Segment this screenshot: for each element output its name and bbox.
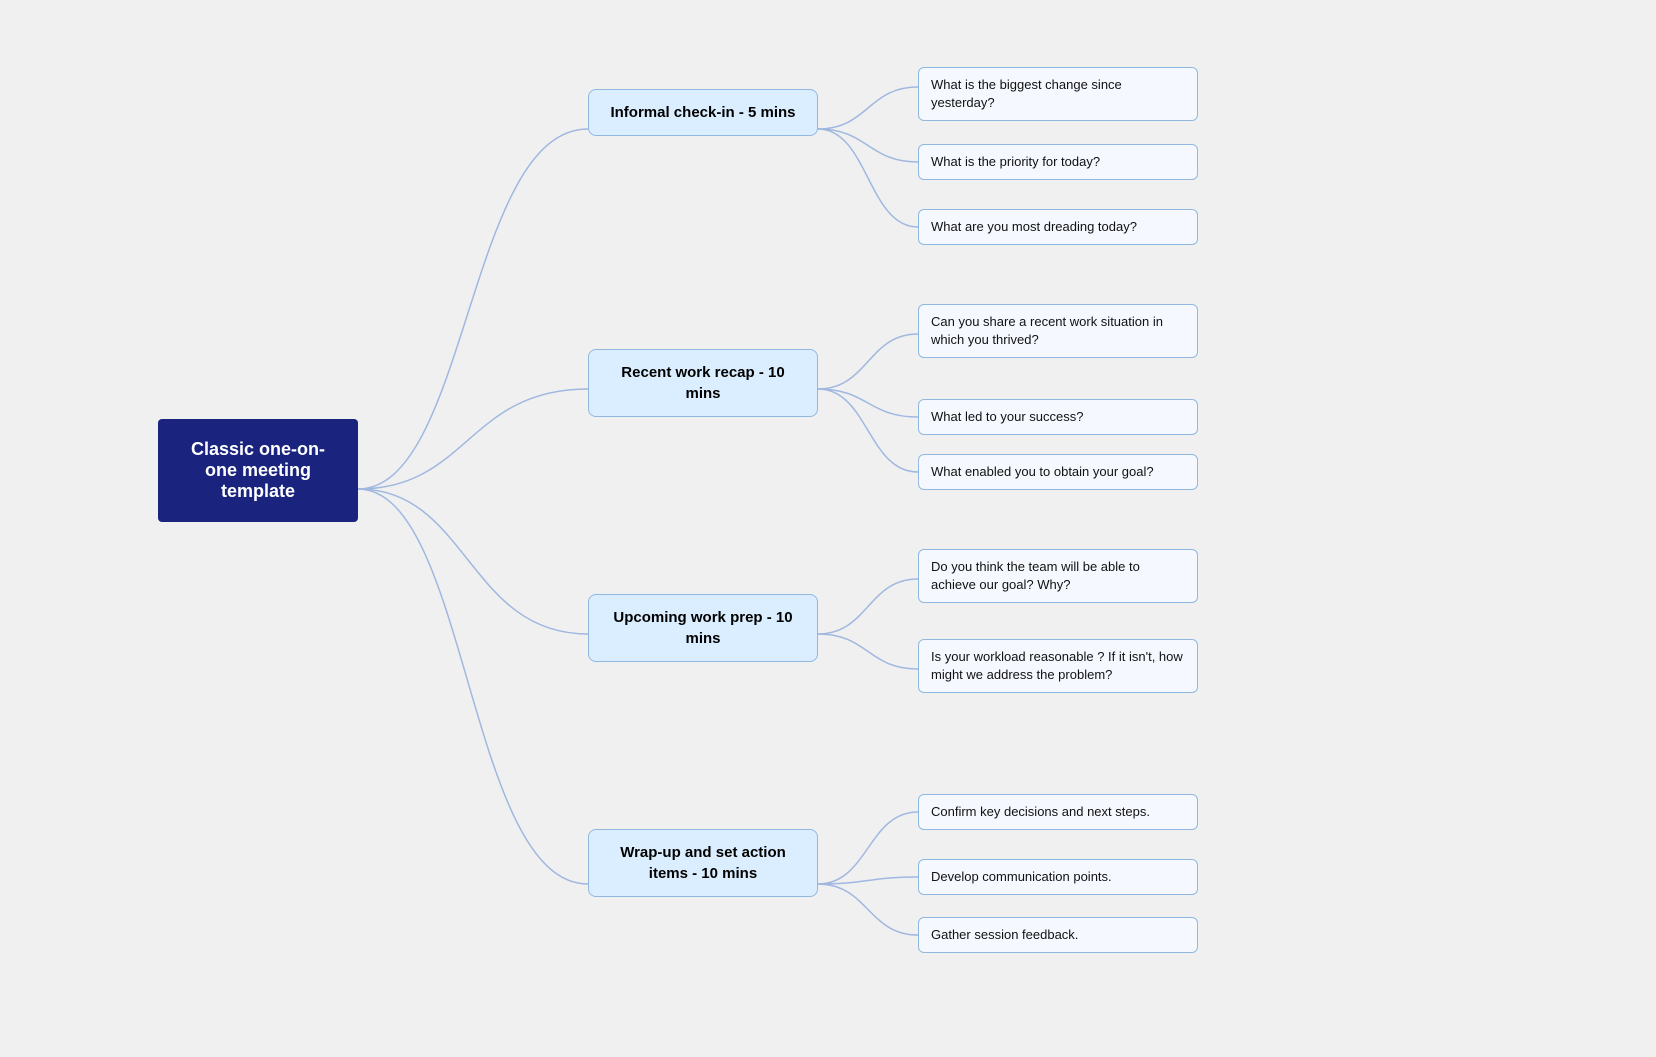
branch-2-leaf-2-text: What led to your success? — [931, 409, 1083, 424]
branch-3-leaf-1: Do you think the team will be able to ac… — [918, 549, 1198, 603]
branch-3-leaf-2-text: Is your workload reasonable ? If it isn'… — [931, 649, 1183, 682]
branch-4-leaf-1-text: Confirm key decisions and next steps. — [931, 804, 1150, 819]
branch-3: Upcoming work prep - 10 mins — [588, 594, 818, 662]
root-node: Classic one-on-one meeting template — [158, 419, 358, 522]
branch-1-leaf-2-text: What is the priority for today? — [931, 154, 1100, 169]
branch-3-label: Upcoming work prep - 10 mins — [605, 607, 801, 649]
branch-1: Informal check-in - 5 mins — [588, 89, 818, 136]
branch-3-leaf-1-text: Do you think the team will be able to ac… — [931, 559, 1140, 592]
branch-1-leaf-1-text: What is the biggest change since yesterd… — [931, 77, 1122, 110]
branch-2-leaf-3: What enabled you to obtain your goal? — [918, 454, 1198, 490]
branch-1-leaf-3-text: What are you most dreading today? — [931, 219, 1137, 234]
branch-4-label: Wrap-up and set action items - 10 mins — [605, 842, 801, 884]
branch-2: Recent work recap - 10 mins — [588, 349, 818, 417]
branch-2-label: Recent work recap - 10 mins — [605, 362, 801, 404]
branch-4-leaf-3: Gather session feedback. — [918, 917, 1198, 953]
branch-4-leaf-3-text: Gather session feedback. — [931, 927, 1078, 942]
branch-2-leaf-1: Can you share a recent work situation in… — [918, 304, 1198, 358]
mindmap: Classic one-on-one meeting template Info… — [128, 39, 1528, 1019]
branch-3-leaf-2: Is your workload reasonable ? If it isn'… — [918, 639, 1198, 693]
branch-4-leaf-2-text: Develop communication points. — [931, 869, 1112, 884]
connectors-svg — [128, 39, 1528, 1019]
branch-1-label: Informal check-in - 5 mins — [610, 102, 795, 123]
branch-4-leaf-2: Develop communication points. — [918, 859, 1198, 895]
branch-2-leaf-3-text: What enabled you to obtain your goal? — [931, 464, 1154, 479]
branch-4-leaf-1: Confirm key decisions and next steps. — [918, 794, 1198, 830]
branch-2-leaf-2: What led to your success? — [918, 399, 1198, 435]
branch-2-leaf-1-text: Can you share a recent work situation in… — [931, 314, 1163, 347]
branch-1-leaf-1: What is the biggest change since yesterd… — [918, 67, 1198, 121]
root-label: Classic one-on-one meeting template — [176, 439, 340, 502]
branch-4: Wrap-up and set action items - 10 mins — [588, 829, 818, 897]
branch-1-leaf-3: What are you most dreading today? — [918, 209, 1198, 245]
branch-1-leaf-2: What is the priority for today? — [918, 144, 1198, 180]
